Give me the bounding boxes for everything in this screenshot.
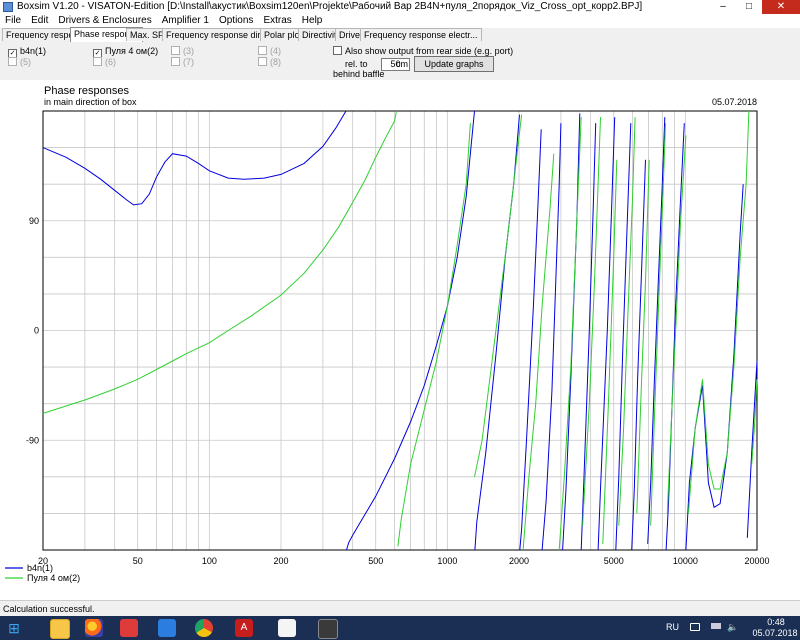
behind-baffle-label: behind baffle — [333, 69, 385, 79]
legend-label: b4n(1) — [27, 563, 53, 573]
checkbox-driver-3[interactable]: (3) — [171, 46, 194, 56]
checkbox-driver-7[interactable]: (7) — [171, 57, 194, 67]
menu-extras[interactable]: Extras — [258, 14, 296, 28]
chrome-icon[interactable] — [195, 619, 213, 637]
status-text: Calculation successful. — [3, 604, 95, 614]
volume-icon[interactable]: 🔈 — [727, 622, 738, 633]
rel-to-label: rel. to — [345, 59, 368, 69]
maximize-button[interactable]: □ — [736, 0, 762, 14]
menu-file[interactable]: File — [0, 14, 26, 28]
legend-label: Пуля 4 ом(2) — [27, 573, 80, 583]
checkbox-driver-6[interactable]: (6) — [93, 57, 116, 67]
start-button-icon[interactable]: ⊞ — [5, 619, 23, 637]
menu-edit[interactable]: Edit — [26, 14, 53, 28]
x-tick-label: 500 — [368, 556, 383, 566]
x-tick-label: 200 — [273, 556, 288, 566]
y-tick-label: 0 — [34, 326, 39, 336]
taskbar: ⊞ A RU 🔈 0:48 05.07.2018 — [0, 616, 800, 640]
minimize-button[interactable]: – — [710, 0, 736, 14]
window-title: Boxsim V1.20 - VISATON-Edition [D:\Insta… — [17, 1, 643, 12]
tray-icon[interactable] — [690, 623, 700, 631]
status-bar: Calculation successful. — [0, 600, 800, 617]
tab-strip: Frequency response. Phase response Max. … — [0, 27, 800, 42]
clock-date[interactable]: 05.07.2018 — [750, 628, 800, 639]
x-tick-label: 50 — [133, 556, 143, 566]
acrobat-icon[interactable]: A — [235, 619, 253, 637]
app-icon — [3, 2, 13, 12]
x-tick-label: 5000 — [604, 556, 624, 566]
menu-help[interactable]: Help — [297, 14, 328, 28]
chart-title: Phase responses — [44, 85, 129, 97]
checkbox-driver-8[interactable]: (8) — [258, 57, 281, 67]
x-tick-label: 10000 — [673, 556, 698, 566]
menu-options[interactable]: Options — [214, 14, 258, 28]
app-icon-blue[interactable] — [158, 619, 176, 637]
y-tick-label: 90 — [29, 216, 39, 226]
checkbox-rear-side[interactable]: Also show output from rear side (e.g. po… — [333, 46, 513, 56]
x-tick-label: 100 — [202, 556, 217, 566]
checkbox-driver-4[interactable]: (4) — [258, 46, 281, 56]
phase-response-chart: 20 50 100 200 500 1000 2000 5000 10000 20000900-9… — [5, 85, 770, 583]
menu-drivers-enclosures[interactable]: Drivers & Enclosures — [53, 14, 156, 28]
x-tick-label: 1000 — [437, 556, 457, 566]
chart-date: 05.07.2018 — [712, 97, 757, 107]
app-icon-red[interactable] — [120, 619, 138, 637]
x-tick-label: 20000 — [744, 556, 769, 566]
y-tick-label: -90 — [26, 435, 39, 445]
language-indicator[interactable]: RU — [666, 622, 679, 633]
app-icon-white[interactable] — [278, 619, 296, 637]
firefox-icon[interactable] — [85, 619, 103, 637]
menu-amplifier[interactable]: Amplifier 1 — [157, 14, 214, 28]
checkbox-driver-2[interactable]: ✓ Пуля 4 ом(2) — [93, 46, 158, 58]
checkbox-driver-1[interactable]: ✓ b4n(1) — [8, 46, 46, 58]
close-button[interactable]: ✕ — [762, 0, 800, 14]
distance-unit-label: cm — [396, 59, 408, 69]
chart-subtitle: in main direction of box — [44, 97, 137, 107]
clock-time[interactable]: 0:48 — [755, 617, 797, 628]
title-bar: Boxsim V1.20 - VISATON-Edition [D:\Insta… — [0, 0, 800, 14]
file-explorer-icon[interactable] — [50, 619, 70, 639]
network-icon[interactable] — [711, 623, 721, 629]
checkbox-driver-5[interactable]: (5) — [8, 57, 31, 67]
plot-area: 20 50 100 200 500 1000 2000 5000 10000 20000 90 0 -9… — [0, 80, 800, 600]
boxsim-taskbar-icon[interactable] — [318, 619, 338, 639]
x-tick-label: 2000 — [509, 556, 529, 566]
update-graphs-button[interactable]: Update graphs — [414, 56, 494, 72]
tab-frequency-response-electrical[interactable]: Frequency response electr... — [360, 28, 482, 41]
